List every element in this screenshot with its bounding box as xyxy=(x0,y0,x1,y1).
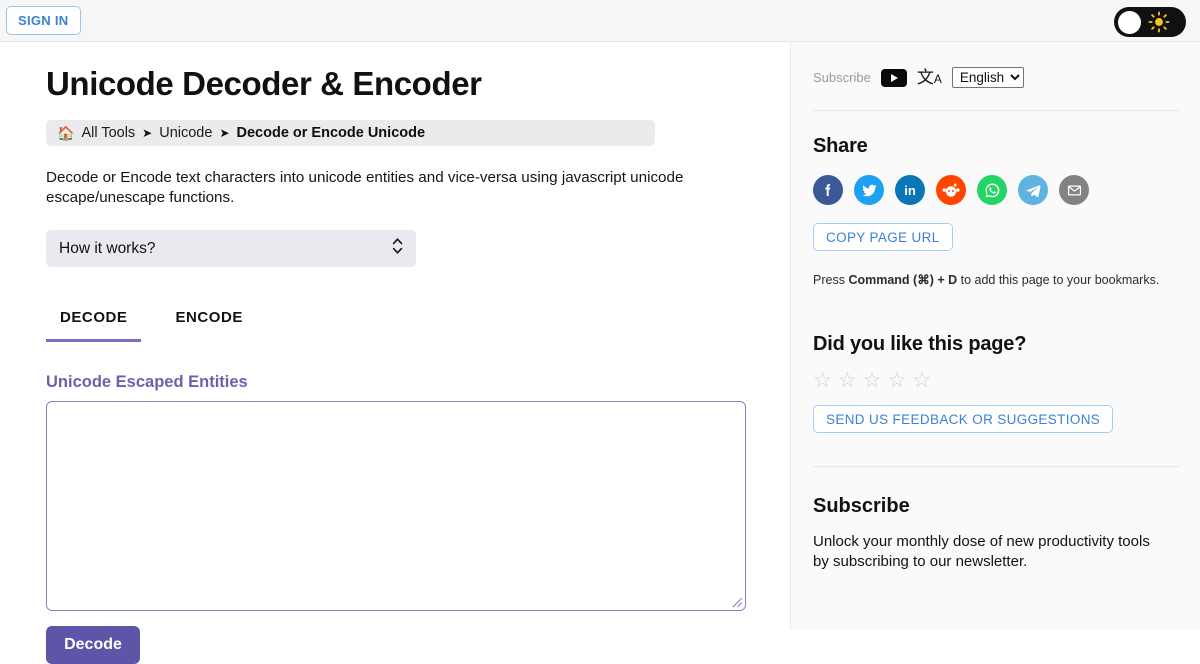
rating-star-5[interactable]: ☆ xyxy=(912,370,931,391)
mode-tabs: DECODE ENCODE xyxy=(46,301,750,343)
rating-star-3[interactable]: ☆ xyxy=(863,370,882,391)
breadcrumb-item-all-tools[interactable]: All Tools xyxy=(81,125,135,141)
rating-star-2[interactable]: ☆ xyxy=(838,370,857,391)
rating-heading: Did you like this page? xyxy=(813,333,1027,355)
rating-stars: ☆ ☆ ☆ ☆ ☆ xyxy=(813,370,1180,391)
share-heading: Share xyxy=(813,135,868,157)
breadcrumb-separator-icon: ➤ xyxy=(142,126,153,141)
sign-in-button[interactable]: SIGN IN xyxy=(6,6,81,35)
input-field-label: Unicode Escaped Entities xyxy=(46,373,248,392)
rating-star-1[interactable]: ☆ xyxy=(813,370,832,391)
rating-star-4[interactable]: ☆ xyxy=(887,370,906,391)
share-reddit-icon[interactable] xyxy=(936,175,966,205)
page-description: Decode or Encode text characters into un… xyxy=(46,169,684,206)
newsletter-heading: Subscribe xyxy=(813,495,910,517)
light-dark-mode-toggle[interactable] xyxy=(1114,7,1186,37)
sidebar: Subscribe 文A English Share in COPY PAGE … xyxy=(790,42,1200,630)
share-icons-row: in xyxy=(813,175,1180,205)
divider xyxy=(813,110,1180,111)
how-it-works-accordion[interactable]: How it works? xyxy=(46,230,416,268)
sun-icon xyxy=(1148,11,1170,33)
home-icon[interactable]: 🏠 xyxy=(57,125,74,142)
bookmark-hint-key: Command (⌘) + D xyxy=(848,273,958,287)
page-title: Unicode Decoder & Encoder xyxy=(46,65,482,102)
toggle-knob xyxy=(1118,10,1141,34)
decode-button[interactable]: Decode xyxy=(46,626,140,664)
unicode-input-textarea[interactable] xyxy=(46,401,746,612)
top-bar: SIGN IN xyxy=(0,0,1200,42)
tab-decode[interactable]: DECODE xyxy=(46,301,142,343)
main-content: Unicode Decoder & Encoder 🏠 All Tools ➤ … xyxy=(0,42,790,664)
translate-icon[interactable]: 文A xyxy=(917,69,942,86)
subscribe-label: Subscribe xyxy=(813,70,871,85)
share-telegram-icon[interactable] xyxy=(1018,175,1048,205)
chevron-up-down-icon xyxy=(392,237,403,260)
resize-handle-icon[interactable] xyxy=(730,595,743,608)
share-email-icon[interactable] xyxy=(1059,175,1089,205)
share-facebook-icon[interactable] xyxy=(813,175,843,205)
bookmark-hint-post: to add this page to your bookmarks. xyxy=(957,273,1160,287)
share-twitter-icon[interactable] xyxy=(854,175,884,205)
language-select[interactable]: English xyxy=(951,67,1024,88)
breadcrumb-item-unicode[interactable]: Unicode xyxy=(159,125,212,141)
bookmark-hint: Press Command (⌘) + D to add this page t… xyxy=(813,272,1180,287)
share-whatsapp-icon[interactable] xyxy=(977,175,1007,205)
sign-in-label: SIGN IN xyxy=(18,13,69,28)
youtube-icon[interactable] xyxy=(880,68,907,87)
breadcrumb-current: Decode or Encode Unicode xyxy=(236,125,426,142)
subscribe-row: Subscribe 文A English xyxy=(813,42,1180,88)
divider xyxy=(813,466,1180,467)
breadcrumb: 🏠 All Tools ➤ Unicode ➤ Decode or Encode… xyxy=(46,120,655,147)
share-linkedin-icon[interactable]: in xyxy=(895,175,925,205)
newsletter-text: Unlock your monthly dose of new producti… xyxy=(813,533,1150,571)
tab-encode[interactable]: ENCODE xyxy=(161,301,256,342)
breadcrumb-separator-icon: ➤ xyxy=(219,126,230,141)
bookmark-hint-pre: Press xyxy=(813,273,849,287)
send-feedback-button[interactable]: SEND US FEEDBACK OR SUGGESTIONS xyxy=(813,405,1114,433)
how-it-works-label: How it works? xyxy=(59,239,156,257)
copy-page-url-button[interactable]: COPY PAGE URL xyxy=(813,223,953,251)
